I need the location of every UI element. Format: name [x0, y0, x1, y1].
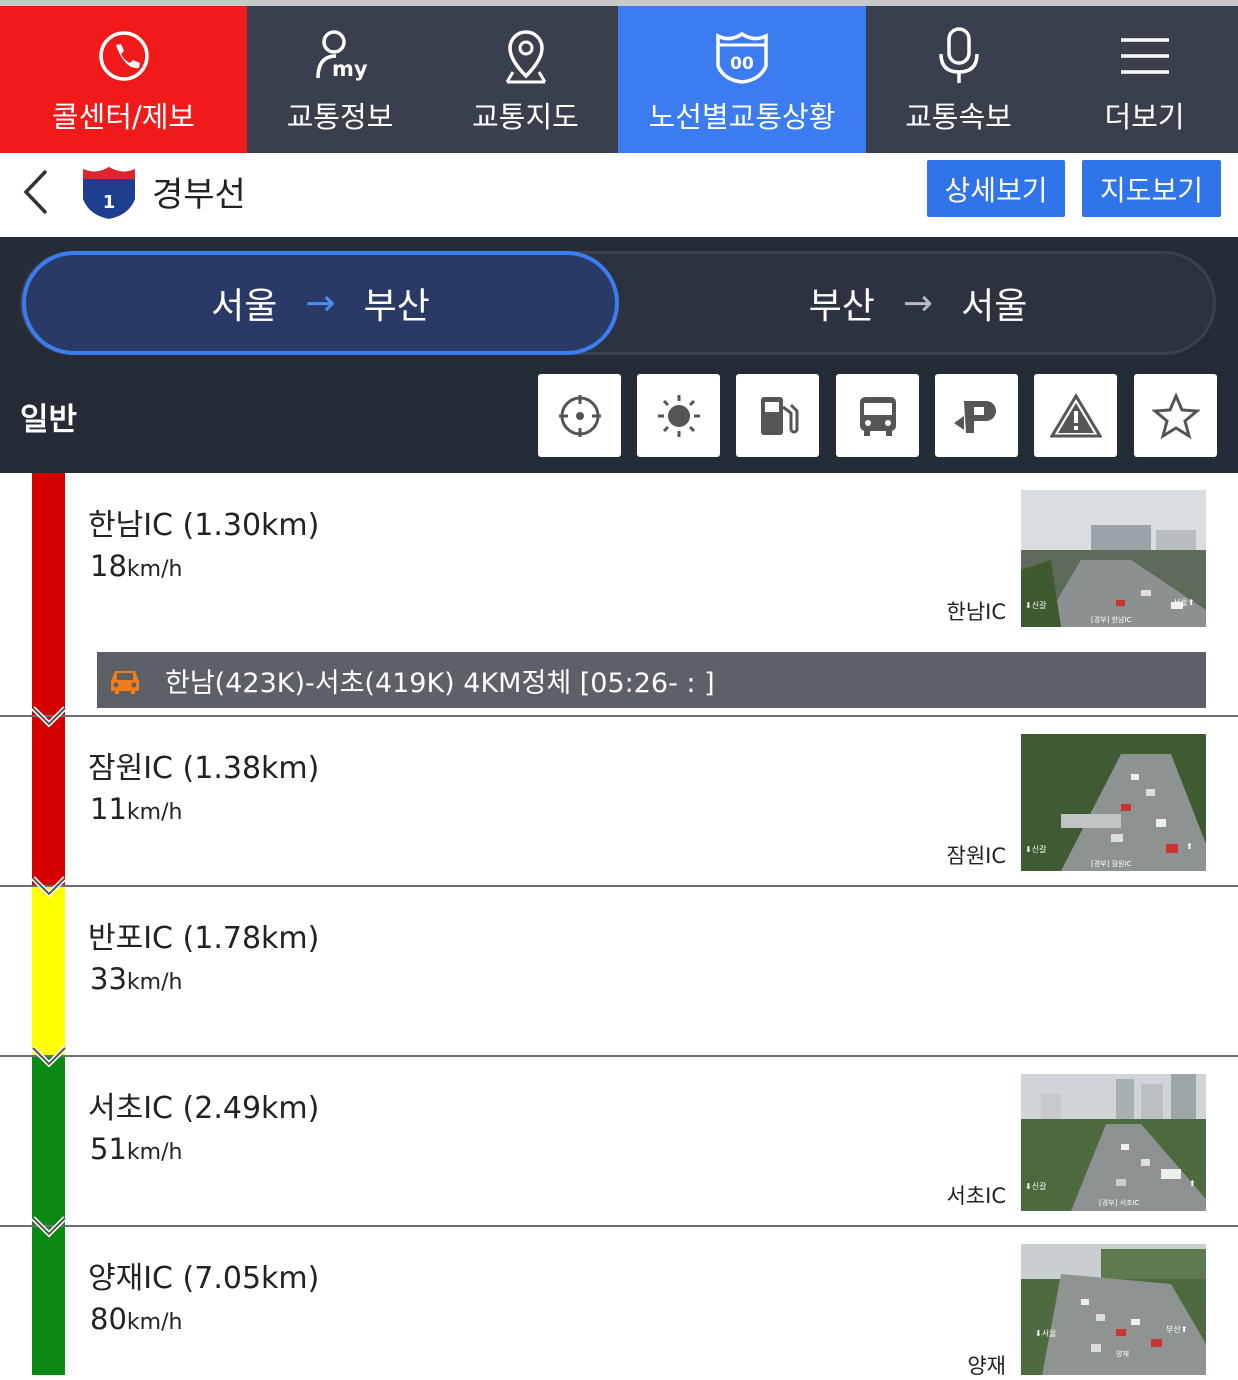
nav-traffic-news[interactable]: 교통속보: [866, 6, 1051, 153]
svg-text:부산⬆: 부산⬆: [1166, 1324, 1187, 1334]
nav-more[interactable]: 더보기: [1051, 6, 1238, 153]
bus-tool-button[interactable]: [836, 374, 919, 457]
row-divider: [0, 1225, 1238, 1227]
cctv-label: 서초IC: [946, 1184, 1007, 1208]
direction-to: 서울: [961, 286, 1028, 327]
route-shield-number: 00: [730, 54, 754, 74]
interchange-name[interactable]: 서초IC (2.49km): [88, 1083, 319, 1127]
incident-banner[interactable]: 한남(423K)-서초(419K) 4KM정체 [05:26- : ]: [97, 652, 1206, 708]
map-pin-icon: [501, 24, 551, 88]
svg-text:서울⬆: 서울⬆: [1173, 598, 1194, 607]
svg-text:my: my: [332, 57, 368, 81]
svg-text:⬆: ⬆: [1189, 1179, 1196, 1188]
weather-tool-button[interactable]: [637, 374, 720, 457]
nav-traffic-info[interactable]: my 교통정보: [247, 6, 433, 153]
microphone-icon: [934, 24, 984, 88]
rest-area-icon: [953, 400, 996, 433]
row-divider: [0, 715, 1238, 717]
cctv-thumbnail[interactable]: ⬇서울 부산⬆ 양재: [1021, 1244, 1206, 1375]
back-chevron-icon[interactable]: [18, 167, 58, 217]
interchange-speed: 33km/h: [90, 962, 183, 996]
interchange-list: 한남IC (1.30km) 18km/h 한남IC ⬇신갈 서울⬆ [경부] 한…: [0, 473, 1238, 1378]
warning-tool-button[interactable]: [1034, 374, 1117, 457]
incident-text: 한남(423K)-서초(419K) 4KM정체 [05:26- : ]: [165, 667, 715, 699]
svg-text:[경부] 서초IC: [경부] 서초IC: [1099, 1198, 1140, 1207]
my-user-icon: my: [310, 24, 370, 88]
interchange-name[interactable]: 양재IC (7.05km): [88, 1253, 319, 1297]
detail-view-button[interactable]: 상세보기: [927, 160, 1065, 217]
menu-icon: [1119, 24, 1171, 88]
weather-sun-icon: [657, 394, 700, 437]
direction-arrow-icon: →: [902, 282, 934, 324]
svg-text:⬆: ⬆: [1186, 842, 1193, 851]
nav-callcenter[interactable]: 콜센터/제보: [0, 6, 247, 153]
svg-text:⬇신갈: ⬇신갈: [1025, 601, 1047, 610]
route-shield-badge: 1: [80, 163, 138, 221]
nav-traffic-map-label: 교통지도: [472, 99, 579, 134]
cctv-thumbnail[interactable]: ⬇신갈 ⬆ [경부] 잠원IC: [1021, 734, 1206, 871]
row-divider: [0, 885, 1238, 887]
nav-traffic-map[interactable]: 교통지도: [433, 6, 618, 153]
interchange-name[interactable]: 반포IC (1.78km): [88, 913, 319, 957]
flow-chevron-icon: [31, 876, 67, 898]
direction-from: 서울: [211, 286, 278, 327]
filter-label: 일반: [20, 402, 78, 438]
interchange-name[interactable]: 잠원IC (1.38km): [88, 743, 319, 787]
rest-area-tool-button[interactable]: [935, 374, 1018, 457]
svg-text:양재: 양재: [1116, 1350, 1129, 1358]
gas-tool-button[interactable]: [736, 374, 819, 457]
route-name: 경부선: [152, 175, 246, 215]
direction-seoul-busan[interactable]: 서울 → 부산: [22, 251, 619, 355]
cctv-thumbnail[interactable]: ⬇신갈 ⬆ [경부] 서초IC: [1021, 1074, 1206, 1211]
direction-to: 부산: [363, 286, 430, 327]
speed-segment-red: [32, 473, 65, 886]
favorite-tool-button[interactable]: [1134, 374, 1217, 457]
map-view-button[interactable]: 지도보기: [1082, 160, 1221, 217]
direction-arrow-icon: →: [305, 282, 336, 324]
cctv-label: 한남IC: [946, 600, 1007, 624]
svg-text:⬇신갈: ⬇신갈: [1025, 845, 1047, 854]
bus-icon: [859, 396, 896, 436]
flow-chevron-icon: [31, 706, 67, 728]
direction-busan-seoul[interactable]: 부산 → 서울: [620, 251, 1216, 355]
route-shield-icon: 00: [713, 24, 771, 88]
svg-text:[경부] 잠원IC: [경부] 잠원IC: [1091, 859, 1132, 868]
top-nav: 콜센터/제보 my 교통정보 교통지도 00 노선별교통상황 교통속보 더보기: [0, 6, 1238, 153]
interchange-speed: 18km/h: [90, 549, 183, 583]
crosshair-tool-button[interactable]: [538, 374, 621, 457]
flow-chevron-icon: [31, 1046, 67, 1068]
nav-route-status-label: 노선별교통상황: [648, 99, 836, 134]
interchange-speed: 51km/h: [90, 1132, 183, 1166]
cctv-label: 양재: [967, 1354, 1006, 1378]
crosshair-icon: [558, 394, 601, 437]
warning-icon: [1049, 392, 1102, 437]
speed-segment-yellow: [32, 886, 65, 1056]
interchange-speed: 80km/h: [90, 1302, 183, 1336]
nav-traffic-news-label: 교통속보: [905, 99, 1012, 134]
gas-station-icon: [760, 396, 798, 435]
svg-text:⬇서울: ⬇서울: [1035, 1329, 1056, 1338]
route-number: 1: [103, 192, 116, 213]
interchange-speed: 11km/h: [90, 792, 183, 826]
svg-text:[경부] 한남IC: [경부] 한남IC: [1091, 615, 1132, 624]
nav-route-status[interactable]: 00 노선별교통상황: [618, 6, 866, 153]
route-header: 1 경부선 상세보기 지도보기: [0, 153, 1238, 237]
cctv-label: 잠원IC: [946, 844, 1007, 868]
nav-more-label: 더보기: [1104, 99, 1185, 134]
cctv-thumbnail[interactable]: ⬇신갈 서울⬆ [경부] 한남IC: [1021, 490, 1206, 627]
direction-from: 부산: [808, 286, 875, 327]
flow-chevron-icon: [31, 1216, 67, 1238]
direction-bar: 서울 → 부산 부산 → 서울 일반: [0, 237, 1238, 473]
phone-icon: [98, 24, 150, 88]
star-icon: [1151, 392, 1200, 439]
car-icon: [107, 665, 147, 695]
interchange-name[interactable]: 한남IC (1.30km): [88, 500, 319, 544]
row-divider: [0, 1055, 1238, 1057]
nav-callcenter-label: 콜센터/제보: [51, 99, 196, 134]
svg-text:⬇신갈: ⬇신갈: [1025, 1182, 1047, 1191]
nav-traffic-info-label: 교통정보: [286, 99, 394, 134]
